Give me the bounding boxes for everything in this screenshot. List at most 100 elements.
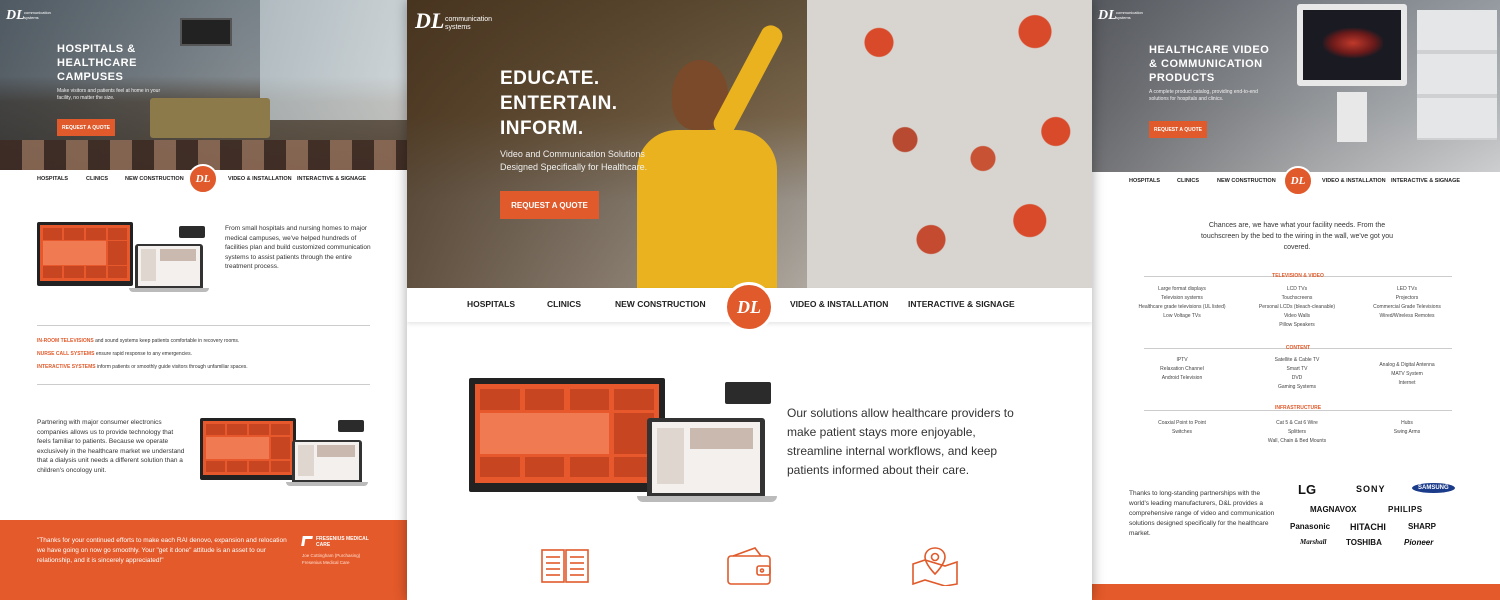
list-item: Television systems	[1161, 295, 1203, 301]
nav-logo-badge[interactable]: DL	[1283, 166, 1313, 196]
logo-letters: DL	[1098, 8, 1117, 23]
nav-interactive-signage[interactable]: Interactive & Signage	[908, 299, 1015, 309]
nav-clinics[interactable]: Clinics	[547, 299, 581, 309]
set-top-box	[179, 226, 205, 238]
products-intro: Chances are, we have what your facility …	[1200, 222, 1393, 251]
list-item: Projectors	[1395, 295, 1419, 301]
product-list: LCD TVs Touchscreens Personal LCDs (blea…	[1247, 285, 1347, 330]
product-illustration	[469, 378, 779, 503]
feature-text: and sound systems keep patients comforta…	[95, 338, 240, 344]
list-item: Swing Arms	[1393, 429, 1421, 435]
laptop	[292, 440, 362, 482]
home-page-panel: DL communication systems Educate. Entert…	[407, 0, 1092, 600]
divider	[37, 384, 370, 385]
list-item: Large format displays	[1158, 286, 1206, 292]
list-item: Low Voltage TVs	[1163, 313, 1201, 319]
hero-title-line: Inform.	[500, 118, 584, 139]
dl-logo[interactable]: DL communication systems	[415, 8, 492, 34]
laptop-base	[129, 288, 209, 292]
brand-hitachi: HITACHI	[1350, 522, 1386, 532]
dl-logo[interactable]: DL communication systems	[1098, 6, 1143, 24]
list-item: Wall, Chain & Bed Mounts	[1267, 438, 1327, 444]
list-item: Satellite & Cable TV	[1274, 357, 1320, 363]
hero-subtitle: Make visitors and patients feel at home …	[57, 88, 161, 101]
product-list: Large format displays Television systems…	[1132, 285, 1232, 321]
laptop-base	[637, 496, 777, 502]
nav-clinics[interactable]: Clinics	[86, 176, 108, 182]
display-stand	[1337, 92, 1367, 142]
product-list: LED TVs Projectors Commercial Grade Tele…	[1357, 285, 1457, 321]
list-item: IPTV	[1176, 357, 1188, 363]
list-item: Internet	[1398, 380, 1416, 386]
nav-hospitals[interactable]: Hospitals	[467, 299, 515, 309]
laptop	[135, 244, 203, 288]
logo-letters: DL	[6, 8, 25, 23]
list-item: Video Walls	[1283, 313, 1311, 319]
list-item: DVD	[1291, 375, 1303, 381]
list-item: Relaxation Channel	[1160, 366, 1204, 372]
lobby-tv	[180, 18, 232, 46]
list-item: Healthcare grade televisions (UL listed)	[1138, 304, 1226, 310]
feature-label: In-Room Televisions	[37, 338, 94, 344]
tv-monitor	[37, 222, 133, 286]
nav-hospitals[interactable]: Hospitals	[1129, 178, 1160, 184]
lobby-window	[260, 0, 407, 120]
list-item: Commercial Grade Televisions	[1373, 304, 1441, 310]
brand-marshall: Marshall	[1300, 538, 1327, 546]
nav-new-construction[interactable]: New Construction	[615, 299, 706, 309]
request-quote-button[interactable]: Request a Quote	[500, 191, 599, 219]
brand-sony: SONY	[1356, 484, 1386, 494]
request-quote-button[interactable]: Request a Quote	[1149, 121, 1207, 138]
hero-title-line: Entertain.	[500, 93, 618, 114]
nav-interactive-signage[interactable]: Interactive & Signage	[1391, 178, 1460, 184]
nav-new-construction[interactable]: New Construction	[1217, 178, 1276, 184]
display-monitor	[1297, 4, 1407, 86]
testimonial-quote: "Thanks for your continued efforts to ma…	[37, 537, 287, 564]
brand-panasonic: Panasonic	[1290, 522, 1331, 531]
nav-clinics[interactable]: Clinics	[1177, 178, 1199, 184]
hero-title: Healthcare Video & Communication Product…	[1149, 44, 1270, 84]
nav-interactive-signage[interactable]: Interactive & Signage	[297, 176, 366, 182]
hospitals-hero: DL communication systems Hospitals & Hea…	[0, 0, 407, 170]
product-list: Coaxial Point to Point Switches	[1132, 419, 1232, 437]
set-top-box	[725, 382, 771, 404]
hospitals-page-panel: DL communication systems Hospitals & Hea…	[0, 0, 407, 600]
wallet-icon	[725, 546, 775, 586]
nav-hospitals[interactable]: Hospitals	[37, 176, 68, 182]
section-title: Infrastructure	[1274, 405, 1322, 411]
partners-text: Thanks to long-standing partnerships wit…	[1129, 490, 1275, 537]
tv-monitor	[469, 378, 665, 492]
nav-logo-badge[interactable]: DL	[724, 282, 774, 332]
main-nav: Hospitals Clinics New Construction DL Vi…	[407, 282, 1092, 332]
hero-title-line: Educate.	[500, 68, 600, 89]
nav-video-installation[interactable]: Video & Installation	[790, 299, 888, 309]
map-pin-icon	[910, 546, 960, 587]
list-item: LCD TVs	[1286, 286, 1308, 292]
feature-item: In-Room Televisions and sound systems ke…	[37, 338, 377, 345]
logo-letters: DL	[415, 8, 445, 33]
main-nav: Hospitals Clinics New Construction DL Vi…	[1092, 166, 1500, 196]
laptop	[647, 418, 765, 496]
partner-text: Partnering with major consumer electroni…	[37, 419, 185, 474]
wall-panel	[1417, 10, 1497, 140]
product-list: Satellite & Cable TV Smart TV DVD Gaming…	[1247, 356, 1347, 392]
nav-video-installation[interactable]: Video & Installation	[1322, 178, 1386, 184]
nav-logo-badge[interactable]: DL	[188, 164, 218, 194]
woman-figure	[622, 21, 792, 288]
feature-label: Interactive Systems	[37, 364, 96, 370]
set-top-box	[338, 420, 364, 432]
divider	[37, 325, 370, 326]
list-item: Coaxial Point to Point	[1158, 420, 1206, 426]
solutions-text: Our solutions allow healthcare providers…	[787, 406, 1014, 477]
section-title: Content	[1285, 345, 1311, 351]
nav-new-construction[interactable]: New Construction	[125, 176, 184, 182]
hero-title: Hospitals & Healthcare Campuses	[57, 43, 137, 83]
list-item: Personal LCDs (bleach-cleanable)	[1258, 304, 1336, 310]
request-quote-button[interactable]: Request a Quote	[57, 119, 115, 136]
nav-video-installation[interactable]: Video & Installation	[228, 176, 292, 182]
list-item: Splitters	[1287, 429, 1307, 435]
dl-logo[interactable]: DL communication systems	[6, 6, 51, 24]
brand-magnavox: MAGNAVOX	[1310, 505, 1357, 514]
list-item: Android Television	[1161, 375, 1203, 381]
list-item: MATV System	[1391, 371, 1423, 377]
